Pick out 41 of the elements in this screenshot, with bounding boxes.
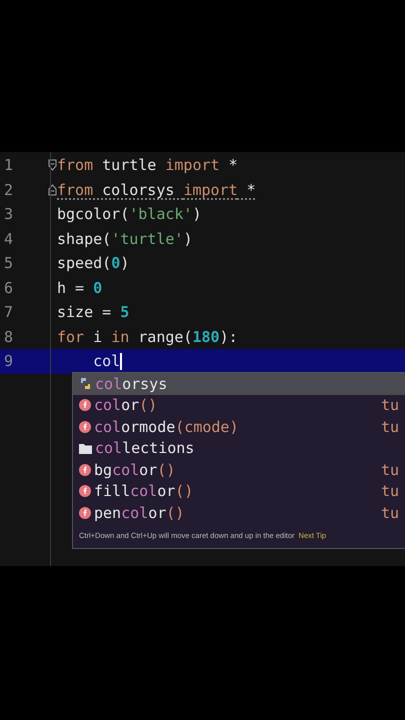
folder-icon bbox=[79, 442, 92, 454]
code-line: for i in range(180): bbox=[57, 326, 238, 348]
fold-icon[interactable] bbox=[48, 159, 57, 172]
code-line: h = 0 bbox=[57, 278, 102, 298]
fold-icon[interactable] bbox=[48, 184, 57, 196]
completion-item[interactable]: fillcolor() tu bbox=[73, 480, 405, 502]
code-line: size = 5 bbox=[57, 302, 130, 323]
line-number: 1 bbox=[3, 155, 14, 176]
completion-source: tu bbox=[380, 502, 399, 524]
completion-item[interactable]: bgcolor() tu bbox=[73, 459, 405, 480]
line-number: 6 bbox=[3, 278, 14, 298]
code-line: shape('turtle') bbox=[57, 228, 192, 250]
line-number: 8 bbox=[3, 326, 14, 348]
line-number: 2 bbox=[3, 180, 14, 200]
line-number: 7 bbox=[3, 302, 14, 323]
completion-item[interactable]: collections bbox=[73, 438, 405, 459]
line-number: 5 bbox=[3, 253, 14, 274]
completion-source: tu bbox=[380, 481, 399, 502]
line-number: 4 bbox=[3, 228, 14, 250]
function-icon bbox=[79, 420, 91, 433]
line-number: 3 bbox=[3, 204, 14, 225]
code-line: from colorsys import * bbox=[57, 180, 256, 200]
completion-item[interactable]: colorsys bbox=[73, 373, 405, 394]
completion-source: tu bbox=[380, 395, 399, 416]
function-icon bbox=[79, 485, 91, 498]
completion-item[interactable]: pencolor() tu bbox=[73, 502, 405, 524]
completion-item[interactable]: color() tu bbox=[73, 394, 405, 416]
completion-source: tu bbox=[380, 416, 399, 438]
completion-item[interactable]: colormode(cmode) tu bbox=[73, 416, 405, 438]
code-line: from turtle import * bbox=[57, 155, 238, 176]
line-number: 9 bbox=[3, 351, 14, 372]
python-icon bbox=[79, 377, 92, 390]
function-icon bbox=[79, 399, 91, 412]
code-line: bgcolor('black') bbox=[57, 204, 202, 225]
code-line: col bbox=[92, 351, 120, 372]
function-icon bbox=[79, 506, 91, 519]
text-cursor bbox=[120, 352, 122, 370]
function-icon bbox=[79, 464, 91, 476]
code-line: speed(0) bbox=[57, 253, 130, 274]
completion-source: tu bbox=[380, 460, 399, 480]
code-editor[interactable] bbox=[0, 152, 405, 566]
